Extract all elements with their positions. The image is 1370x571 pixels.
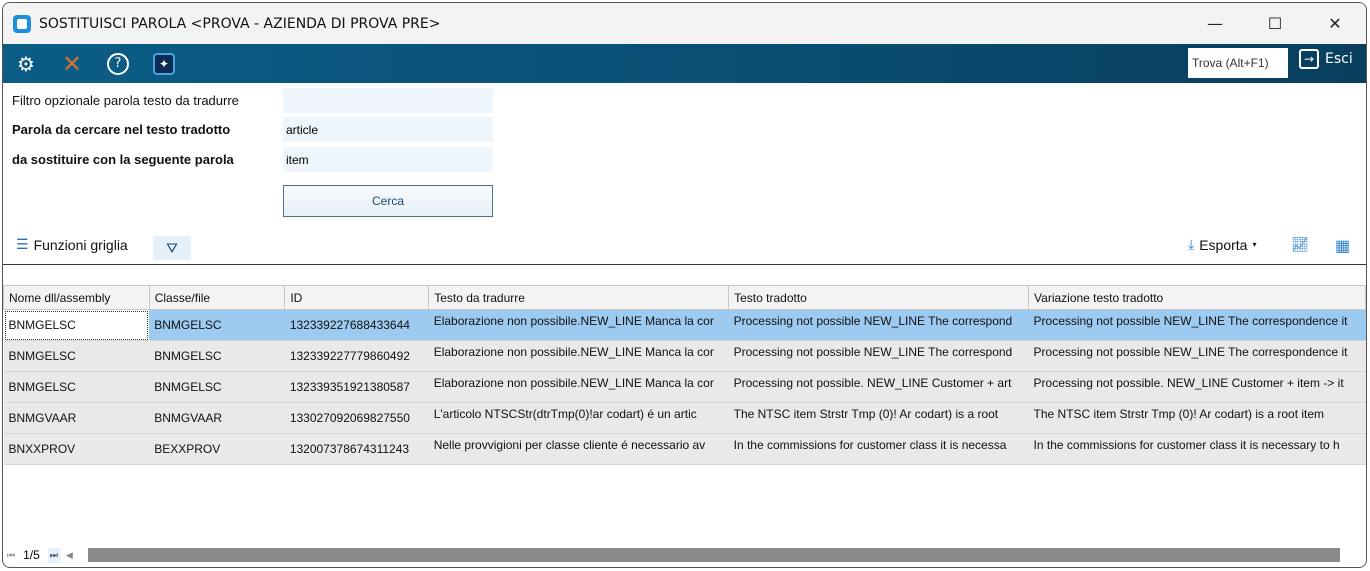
table-cell[interactable]: Processing not possible NEW_LINE The cor… (1028, 340, 1366, 372)
table-cell[interactable]: BNMGELSC (149, 371, 285, 403)
gear-icon[interactable]: ⚙ (3, 44, 49, 83)
results-table: Nome dll/assembly Classe/file ID Testo da t… (3, 285, 1366, 465)
table-cell[interactable]: BNMGVAAR (149, 402, 285, 434)
table-cell[interactable]: BNMGELSC (149, 340, 285, 372)
table-cell[interactable]: BNMGELSC (3, 340, 150, 372)
table-row[interactable]: BNXXPROV BEXXPROV 132007378674311243 Nelle … (3, 433, 1366, 465)
table-cell[interactable]: BNXXPROV (3, 433, 150, 465)
last-page-icon[interactable]: ⏭ (47, 547, 60, 563)
table-cell[interactable]: Processing not possible NEW_LINE The cor… (728, 309, 1029, 341)
grid-footer: ⏮ 1/5 ⏭ ◀ (3, 545, 1366, 565)
cancel-x-icon[interactable]: ✕ (49, 44, 95, 83)
table-cell[interactable]: The NTSC item Strstr Tmp (0)! Ar codart)… (728, 402, 1029, 434)
replace-word-input[interactable]: item (283, 147, 493, 172)
window: SOSTITUISCI PAROLA <PROVA - AZIENDA DI P… (2, 2, 1367, 568)
search-word-label: Parola da cercare nel testo tradotto (12, 122, 231, 137)
table-cell[interactable]: Processing not possible. NEW_LINE Custom… (728, 371, 1029, 403)
grid-functions-button[interactable]: ☰ Funzioni griglia (16, 236, 128, 253)
table-cell[interactable]: Elaborazione non possibile.NEW_LINE Manc… (428, 371, 729, 403)
table-cell[interactable]: 132339351921380587 (284, 371, 429, 403)
column-header[interactable]: Classe/file (148, 285, 286, 310)
window-title: SOSTITUISCI PAROLA <PROVA - AZIENDA DI P… (39, 15, 441, 32)
find-input[interactable]: Trova (Alt+F1) (1188, 48, 1288, 78)
column-header[interactable]: Testo tradotto (728, 285, 1030, 310)
help-icon[interactable]: ? (95, 44, 141, 83)
table-cell[interactable]: L'articolo NTSCStr(dtrTmp(0)!ar codart) … (428, 402, 729, 434)
results-grid: Nome dll/assembly Classe/file ID Testo da t… (3, 264, 1366, 465)
table-row[interactable]: BNMGELSC BNMGELSC 132339351921380587 Elabor… (3, 371, 1366, 403)
table-cell[interactable]: Elaborazione non possibile.NEW_LINE Manc… (428, 340, 729, 372)
table-cell[interactable]: Processing not possible. NEW_LINE Custom… (1028, 371, 1366, 403)
list-icon: ☰ (16, 236, 29, 252)
column-header[interactable]: Testo da tradurre (428, 285, 730, 310)
filter-icon[interactable]: ⛛ (153, 236, 191, 260)
exit-label: Esci (1325, 51, 1353, 67)
filter-input[interactable] (283, 88, 493, 113)
table-cell[interactable]: 132339227688433644 (284, 309, 429, 341)
column-header[interactable]: Variazione testo tradotto (1028, 285, 1366, 310)
table-cell[interactable]: In the commissions for customer class it… (728, 433, 1029, 465)
table-cell[interactable]: In the commissions for customer class it… (1028, 433, 1366, 465)
grid-functions-label: Funzioni griglia (33, 236, 128, 253)
table-cell[interactable]: BNMGELSC (3, 371, 150, 403)
app-icon (13, 14, 31, 33)
download-icon: ⤓ (1188, 236, 1195, 252)
exit-icon: → (1299, 49, 1319, 69)
table-cell[interactable]: BNMGELSC (149, 309, 285, 341)
export-label: Esporta (1199, 236, 1248, 253)
chart-icon[interactable]: 📈︎ (1291, 236, 1309, 253)
close-button[interactable]: ✕ (1306, 3, 1364, 44)
table-cell[interactable]: Processing not possible NEW_LINE The cor… (728, 340, 1029, 372)
table-cell[interactable]: 132007378674311243 (284, 433, 429, 465)
table-cell[interactable]: Elaborazione non possibile.NEW_LINE Manc… (428, 309, 729, 341)
table-cell[interactable]: BNMGELSC (3, 309, 150, 341)
scroll-left-icon[interactable]: ◀ (66, 550, 73, 561)
table-row[interactable]: BNMGELSC BNMGELSC 132339227688433644 Elabor… (3, 309, 1366, 341)
table-cell[interactable]: The NTSC item Strstr Tmp (0)! Ar codart)… (1028, 402, 1366, 434)
maximize-button[interactable]: ☐ (1246, 3, 1304, 44)
title-bar: SOSTITUISCI PAROLA <PROVA - AZIENDA DI P… (3, 3, 1366, 44)
table-cell[interactable]: Nelle provvigioni per classe cliente é n… (428, 433, 729, 465)
exit-button[interactable]: → Esci (1299, 49, 1353, 69)
table-cell[interactable]: BEXXPROV (149, 433, 285, 465)
table-cell[interactable]: BNMGVAAR (3, 402, 150, 434)
export-button[interactable]: ⤓ Esporta ▾ (1188, 236, 1256, 253)
table-row[interactable]: BNMGELSC BNMGELSC 132339227779860492 Elabor… (3, 340, 1366, 372)
toolbar: ⚙ ✕ ? ✦ Trova (Alt+F1) → Esci (3, 44, 1366, 83)
horizontal-scrollbar[interactable] (88, 548, 1340, 562)
page-indicator: 1/5 (23, 548, 40, 562)
filter-label: Filtro opzionale parola testo da tradurr… (12, 93, 239, 108)
table-cell[interactable]: 132339227779860492 (284, 340, 429, 372)
first-page-icon[interactable]: ⏮ (7, 550, 15, 561)
table-row[interactable]: BNMGVAAR BNMGVAAR 133027092069827550 L'arti… (3, 402, 1366, 434)
replace-word-label: da sostituire con la seguente parola (12, 152, 234, 167)
table-cell[interactable]: Processing not possible NEW_LINE The cor… (1028, 309, 1366, 341)
column-header[interactable]: ID (284, 285, 430, 310)
column-header[interactable]: Nome dll/assembly (3, 285, 150, 310)
table-cell[interactable]: 133027092069827550 (284, 402, 429, 434)
grid-layout-icon[interactable]: ▦ (1335, 236, 1350, 256)
search-word-input[interactable]: article (283, 117, 493, 142)
minimize-button[interactable]: — (1186, 3, 1244, 44)
search-button[interactable]: Cerca (283, 185, 493, 217)
ai-sparkle-icon[interactable]: ✦ (141, 44, 187, 83)
